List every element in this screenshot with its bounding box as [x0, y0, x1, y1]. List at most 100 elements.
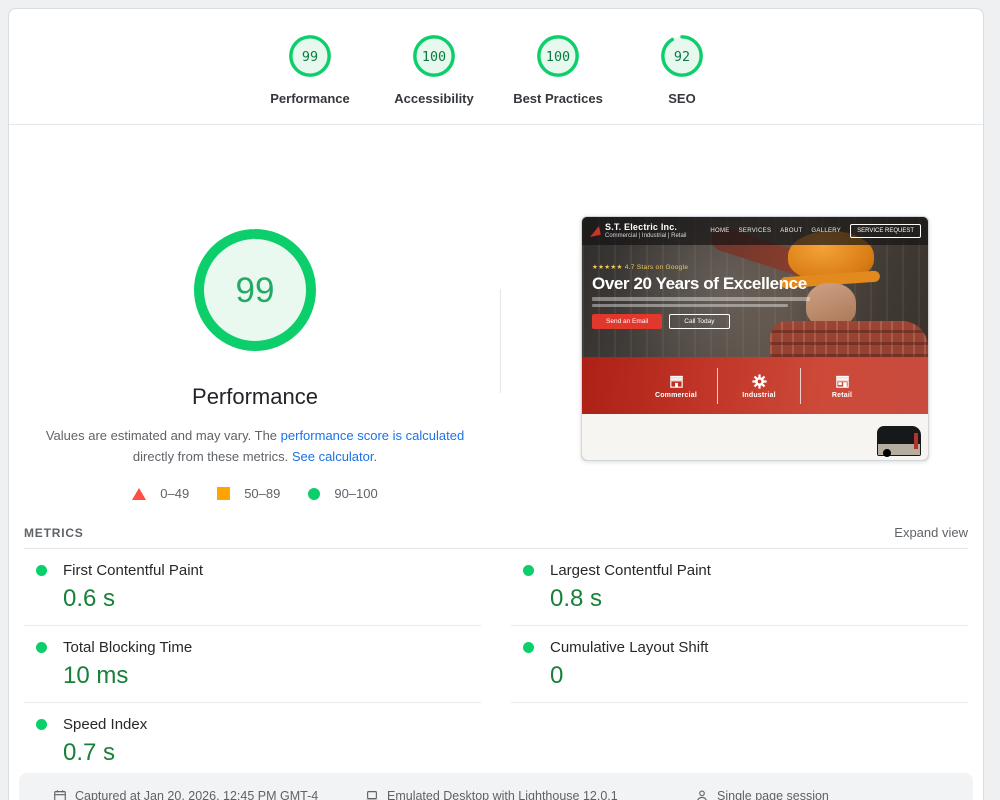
score-gauge-accessibility[interactable]: 100 Accessibility: [380, 33, 488, 106]
site-nav-about: ABOUT: [780, 228, 802, 234]
van-wheel: [883, 449, 891, 457]
fail-triangle-icon: [132, 488, 146, 500]
pass-dot-icon: [36, 565, 47, 576]
category-scores-bar: 99 Performance 100 Accessibility 100 Bes…: [9, 9, 983, 125]
metrics-section: METRICS Expand view First Contentful Pai…: [9, 517, 983, 779]
site-nav-home: HOME: [710, 228, 729, 234]
capture-time: Captured at Jan 20, 2026, 12:45 PM GMT-4: [53, 789, 365, 800]
site-navbar: S.T. Electric Inc. Commercial | Industri…: [582, 217, 928, 245]
metric-name: Largest Contentful Paint: [550, 562, 711, 579]
pass-dot-icon: [36, 719, 47, 730]
test-environment: Emulated Desktop with Lighthouse 12.0.1: [365, 789, 695, 800]
storefront-icon: [668, 373, 685, 390]
performance-main-score: 99: [236, 271, 275, 310]
van-tail-light: [914, 433, 918, 449]
metric-largest-contentful-paint: Largest Contentful Paint 0.8 s: [511, 549, 968, 626]
description-text-2: directly from these metrics.: [133, 449, 292, 464]
metric-cumulative-layout-shift: Cumulative Layout Shift 0: [511, 626, 968, 703]
legend-pass-range: 90–100: [334, 486, 377, 501]
performance-main-gauge: 99: [192, 227, 318, 358]
band-separator: [800, 368, 801, 404]
score-gauge-best-practices[interactable]: 100 Best Practices: [504, 33, 612, 106]
accessibility-score-label: Accessibility: [394, 91, 474, 106]
band-separator: [717, 368, 718, 404]
seo-score-label: SEO: [668, 91, 695, 106]
best-practices-gauge-icon: 100: [535, 33, 581, 79]
site-rating: ★★★★★ 4.7 Stars on Google: [592, 263, 822, 271]
site-hero: ★★★★★ 4.7 Stars on Google Over 20 Years …: [592, 263, 822, 329]
site-nav-gallery: GALLERY: [811, 228, 841, 234]
metrics-grid: First Contentful Paint 0.6 s Largest Con…: [24, 549, 968, 779]
session-type-text: Single page session: [717, 789, 829, 800]
service-van-image: [877, 426, 921, 456]
score-gauge-seo[interactable]: 92 SEO: [628, 33, 736, 106]
metric-value: 10 ms: [63, 662, 481, 690]
person-icon: [695, 789, 709, 800]
site-service-request-button: SERVICE REQUEST: [850, 224, 921, 238]
shop-icon: [834, 373, 851, 390]
expand-view-link[interactable]: Expand view: [894, 525, 968, 540]
session-type: Single page session: [695, 789, 973, 800]
accessibility-score-value: 100: [422, 50, 446, 65]
site-email-button: Send an Email: [592, 314, 662, 329]
site-category-label: Retail: [832, 392, 852, 399]
pass-dot-icon: [523, 642, 534, 653]
site-hero-buttons: Send an Email Call Today: [592, 314, 822, 329]
score-calculated-link[interactable]: performance score is calculated: [281, 428, 465, 443]
performance-score-label: Performance: [270, 91, 349, 106]
site-paragraph-line: [592, 297, 810, 301]
performance-score-value: 99: [302, 50, 318, 65]
site-paragraph-line: [592, 304, 788, 308]
metric-speed-index: Speed Index 0.7 s: [24, 703, 481, 779]
performance-section: 99 Performance Values are estimated and …: [9, 125, 983, 517]
score-legend: 0–49 50–89 90–100: [132, 486, 377, 501]
best-practices-score-label: Best Practices: [513, 91, 603, 106]
description-text-1: Values are estimated and may vary. The: [46, 428, 281, 443]
seo-score-value: 92: [674, 50, 690, 65]
metric-total-blocking-time: Total Blocking Time 10 ms: [24, 626, 481, 703]
site-category-band: Commercial: [582, 357, 928, 414]
metric-value: 0.6 s: [63, 585, 481, 613]
site-headline: Over 20 Years of Excellence: [592, 274, 822, 294]
laptop-icon: [365, 789, 379, 800]
site-category-commercial: Commercial: [640, 373, 712, 399]
site-nav-items: HOME SERVICES ABOUT GALLERY SERVICE REQU…: [710, 224, 921, 238]
capture-time-text: Captured at Jan 20, 2026, 12:45 PM GMT-4: [75, 789, 318, 800]
site-category-label: Industrial: [742, 392, 776, 399]
metric-name: First Contentful Paint: [63, 562, 203, 579]
metric-name: Speed Index: [63, 716, 147, 733]
metric-value: 0: [550, 662, 968, 690]
page-screenshot-thumbnail[interactable]: S.T. Electric Inc. Commercial | Industri…: [581, 216, 929, 461]
metric-name: Total Blocking Time: [63, 639, 192, 656]
legend-fail: 0–49: [132, 486, 189, 501]
site-name: S.T. Electric Inc.: [605, 222, 686, 233]
report-card: 99 Performance 100 Accessibility 100 Bes…: [8, 8, 984, 800]
see-calculator-link[interactable]: See calculator.: [292, 449, 377, 464]
pass-dot-icon: [36, 642, 47, 653]
site-logo: S.T. Electric Inc. Commercial | Industri…: [605, 222, 686, 241]
metric-first-contentful-paint: First Contentful Paint 0.6 s: [24, 549, 481, 626]
pass-circle-icon: [308, 488, 320, 500]
legend-fail-range: 0–49: [160, 486, 189, 501]
legend-average: 50–89: [217, 486, 280, 501]
average-square-icon: [217, 487, 230, 500]
metric-value: 0.7 s: [63, 739, 481, 767]
performance-gauge-icon: 99: [287, 33, 333, 79]
metric-name: Cumulative Layout Shift: [550, 639, 708, 656]
site-call-button: Call Today: [669, 314, 729, 329]
site-tagline: Commercial | Industrial | Retail: [605, 233, 686, 241]
pass-dot-icon: [523, 565, 534, 576]
site-nav-services: SERVICES: [739, 228, 772, 234]
performance-section-title: Performance: [192, 384, 318, 410]
site-category-label: Commercial: [655, 392, 697, 399]
score-gauge-performance[interactable]: 99 Performance: [256, 33, 364, 106]
calendar-icon: [53, 789, 67, 800]
legend-average-range: 50–89: [244, 486, 280, 501]
site-logo-icon: [588, 225, 601, 236]
best-practices-score-value: 100: [546, 50, 570, 65]
accessibility-gauge-icon: 100: [411, 33, 457, 79]
performance-summary-column: 99 Performance Values are estimated and …: [9, 125, 501, 517]
metric-empty-cell: [511, 703, 968, 779]
legend-pass: 90–100: [308, 486, 377, 501]
screenshot-column: S.T. Electric Inc. Commercial | Industri…: [501, 125, 983, 517]
